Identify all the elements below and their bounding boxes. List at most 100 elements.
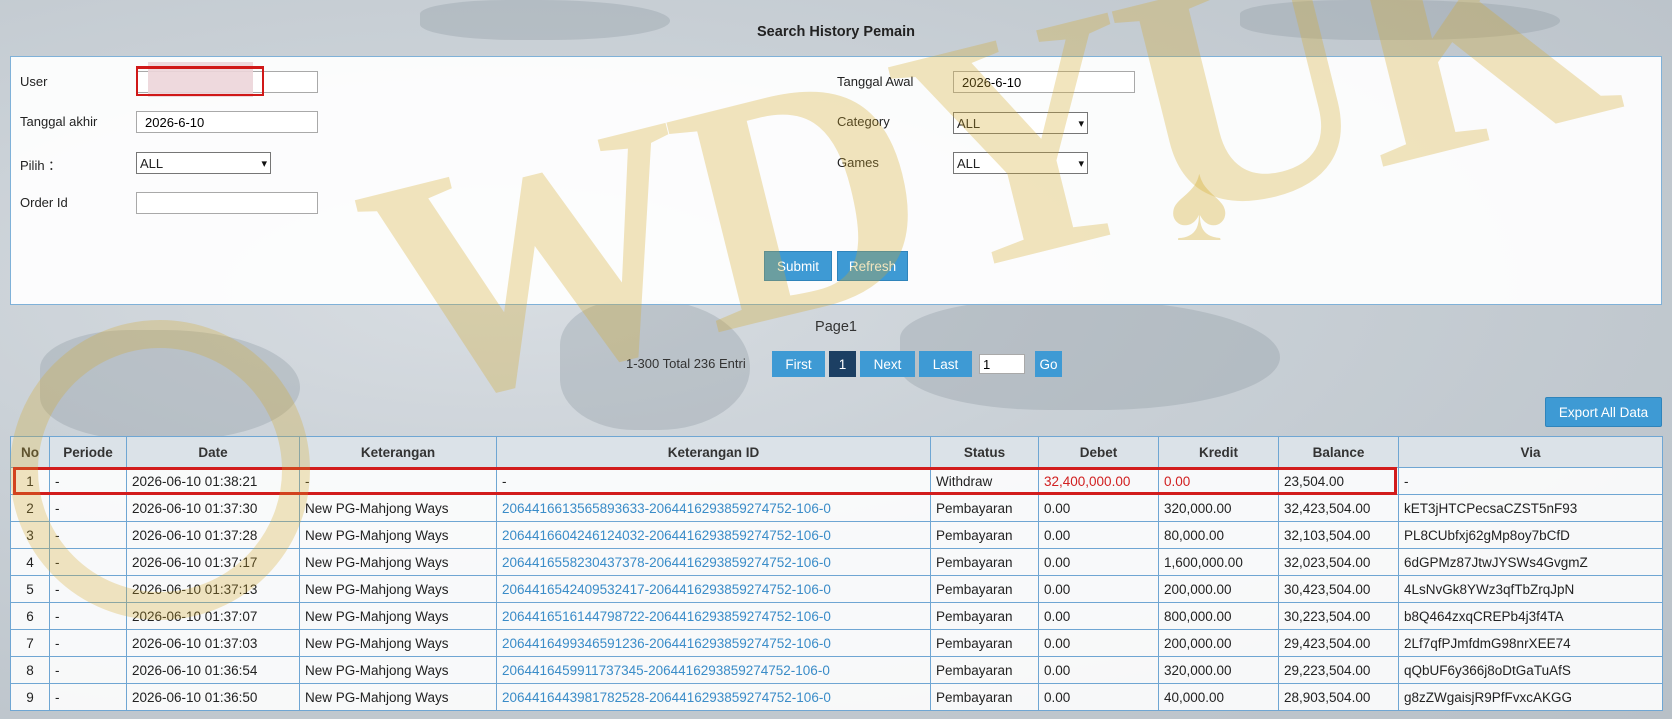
submit-button[interactable]: Submit	[764, 251, 832, 281]
tanggal-akhir-label: Tanggal akhir	[20, 114, 98, 129]
table-row: 1 - 2026-06-10 01:38:21 - - Withdraw 32,…	[10, 467, 1663, 495]
cell-keterangan-id-link[interactable]: 2064416516144798722-2064416293859274752-…	[496, 602, 931, 630]
chevron-down-icon: ▾	[1078, 157, 1084, 170]
cell-keterangan-id-link[interactable]: 2064416443981782528-2064416293859274752-…	[496, 683, 931, 711]
column-header-keterangan-id: Keterangan ID	[496, 436, 931, 468]
cell-keterangan-id-link[interactable]: 2064416613565893633-2064416293859274752-…	[496, 494, 931, 522]
redaction-box	[136, 66, 264, 96]
table-row: 5 - 2026-06-10 01:37:13 New PG-Mahjong W…	[10, 575, 1663, 603]
column-header-debet: Debet	[1038, 436, 1159, 468]
cell-keterangan: New PG-Mahjong Ways	[299, 602, 497, 630]
cell-no: 8	[10, 656, 50, 684]
column-header-balance: Balance	[1278, 436, 1399, 468]
next-page-button[interactable]: Next	[860, 351, 915, 377]
cell-keterangan-id: -	[496, 467, 931, 495]
cell-periode: -	[49, 521, 127, 549]
table-row: 7 - 2026-06-10 01:37:03 New PG-Mahjong W…	[10, 629, 1663, 657]
games-select-value: ALL	[957, 155, 981, 171]
cell-date: 2026-06-10 01:38:21	[126, 467, 300, 495]
cell-no: 3	[10, 521, 50, 549]
map-shape	[40, 330, 300, 440]
chevron-down-icon: ▾	[261, 157, 267, 170]
order-id-input[interactable]	[136, 192, 318, 214]
order-id-label: Order Id	[20, 195, 68, 210]
cell-keterangan-id-link[interactable]: 2064416558230437378-2064416293859274752-…	[496, 548, 931, 576]
cell-keterangan-id-link[interactable]: 2064416604246124032-2064416293859274752-…	[496, 521, 931, 549]
cell-keterangan: New PG-Mahjong Ways	[299, 656, 497, 684]
pilih-select[interactable]: ALL ▾	[136, 152, 271, 174]
export-all-data-button[interactable]: Export All Data	[1545, 397, 1662, 427]
cell-date: 2026-06-10 01:37:28	[126, 521, 300, 549]
cell-debet: 0.00	[1038, 494, 1159, 522]
cell-periode: -	[49, 629, 127, 657]
cell-status: Pembayaran	[930, 521, 1039, 549]
tanggal-akhir-input[interactable]	[136, 111, 318, 133]
cell-debet: 0.00	[1038, 521, 1159, 549]
cell-keterangan: New PG-Mahjong Ways	[299, 548, 497, 576]
cell-periode: -	[49, 602, 127, 630]
cell-keterangan-id-link[interactable]: 2064416542409532417-2064416293859274752-…	[496, 575, 931, 603]
cell-kredit: 0.00	[1158, 467, 1279, 495]
cell-keterangan: New PG-Mahjong Ways	[299, 575, 497, 603]
refresh-button[interactable]: Refresh	[837, 251, 908, 281]
cell-debet: 0.00	[1038, 656, 1159, 684]
games-select[interactable]: ALL ▾	[953, 152, 1088, 174]
cell-periode: -	[49, 548, 127, 576]
cell-kredit: 1,600,000.00	[1158, 548, 1279, 576]
cell-keterangan: New PG-Mahjong Ways	[299, 494, 497, 522]
cell-keterangan: New PG-Mahjong Ways	[299, 521, 497, 549]
cell-periode: -	[49, 494, 127, 522]
cell-status: Pembayaran	[930, 629, 1039, 657]
cell-balance: 30,223,504.00	[1278, 602, 1399, 630]
cell-keterangan: -	[299, 467, 497, 495]
cell-balance: 30,423,504.00	[1278, 575, 1399, 603]
cell-via: g8zZWgaisjR9PfFvxcAKGG	[1398, 683, 1663, 711]
cell-balance: 32,023,504.00	[1278, 548, 1399, 576]
cell-keterangan: New PG-Mahjong Ways	[299, 683, 497, 711]
cell-balance: 32,423,504.00	[1278, 494, 1399, 522]
last-page-button[interactable]: Last	[919, 351, 972, 377]
cell-via: 2Lf7qfPJmfdmG98nrXEE74	[1398, 629, 1663, 657]
tanggal-awal-input[interactable]	[953, 71, 1135, 93]
column-header-periode: Periode	[49, 436, 127, 468]
page-number-input[interactable]	[979, 354, 1025, 374]
cell-via: kET3jHTCPecsaCZST5nF93	[1398, 494, 1663, 522]
cell-kredit: 200,000.00	[1158, 629, 1279, 657]
cell-via: -	[1398, 467, 1663, 495]
cell-status: Pembayaran	[930, 656, 1039, 684]
first-page-button[interactable]: First	[772, 351, 825, 377]
cell-debet: 0.00	[1038, 602, 1159, 630]
cell-periode: -	[49, 683, 127, 711]
cell-status: Pembayaran	[930, 548, 1039, 576]
cell-keterangan-id-link[interactable]: 2064416499346591236-2064416293859274752-…	[496, 629, 931, 657]
cell-balance: 29,423,504.00	[1278, 629, 1399, 657]
cell-no: 5	[10, 575, 50, 603]
current-page-button[interactable]: 1	[829, 351, 856, 377]
cell-status: Withdraw	[930, 467, 1039, 495]
cell-no: 7	[10, 629, 50, 657]
cell-kredit: 200,000.00	[1158, 575, 1279, 603]
cell-via: 6dGPMz87JtwJYSWs4GvgmZ	[1398, 548, 1663, 576]
cell-status: Pembayaran	[930, 494, 1039, 522]
cell-no: 9	[10, 683, 50, 711]
cell-keterangan-id-link[interactable]: 2064416459911737345-2064416293859274752-…	[496, 656, 931, 684]
cell-date: 2026-06-10 01:36:54	[126, 656, 300, 684]
cell-date: 2026-06-10 01:37:13	[126, 575, 300, 603]
cell-debet: 0.00	[1038, 548, 1159, 576]
cell-date: 2026-06-10 01:37:07	[126, 602, 300, 630]
cell-debet: 32,400,000.00	[1038, 467, 1159, 495]
pilih-label: Pilih ：	[20, 158, 62, 173]
cell-via: qQbUF6y366j8oDtGaTuAfS	[1398, 656, 1663, 684]
chevron-down-icon: ▾	[1078, 117, 1084, 130]
category-select[interactable]: ALL ▾	[953, 112, 1088, 134]
cell-no: 1	[10, 467, 50, 495]
cell-kredit: 40,000.00	[1158, 683, 1279, 711]
cell-periode: -	[49, 575, 127, 603]
cell-no: 4	[10, 548, 50, 576]
category-select-value: ALL	[957, 115, 981, 131]
column-header-no: No	[10, 436, 50, 468]
table-row: 6 - 2026-06-10 01:37:07 New PG-Mahjong W…	[10, 602, 1663, 630]
go-button[interactable]: Go	[1035, 351, 1062, 377]
cell-balance: 29,223,504.00	[1278, 656, 1399, 684]
cell-via: 4LsNvGk8YWz3qfTbZrqJpN	[1398, 575, 1663, 603]
